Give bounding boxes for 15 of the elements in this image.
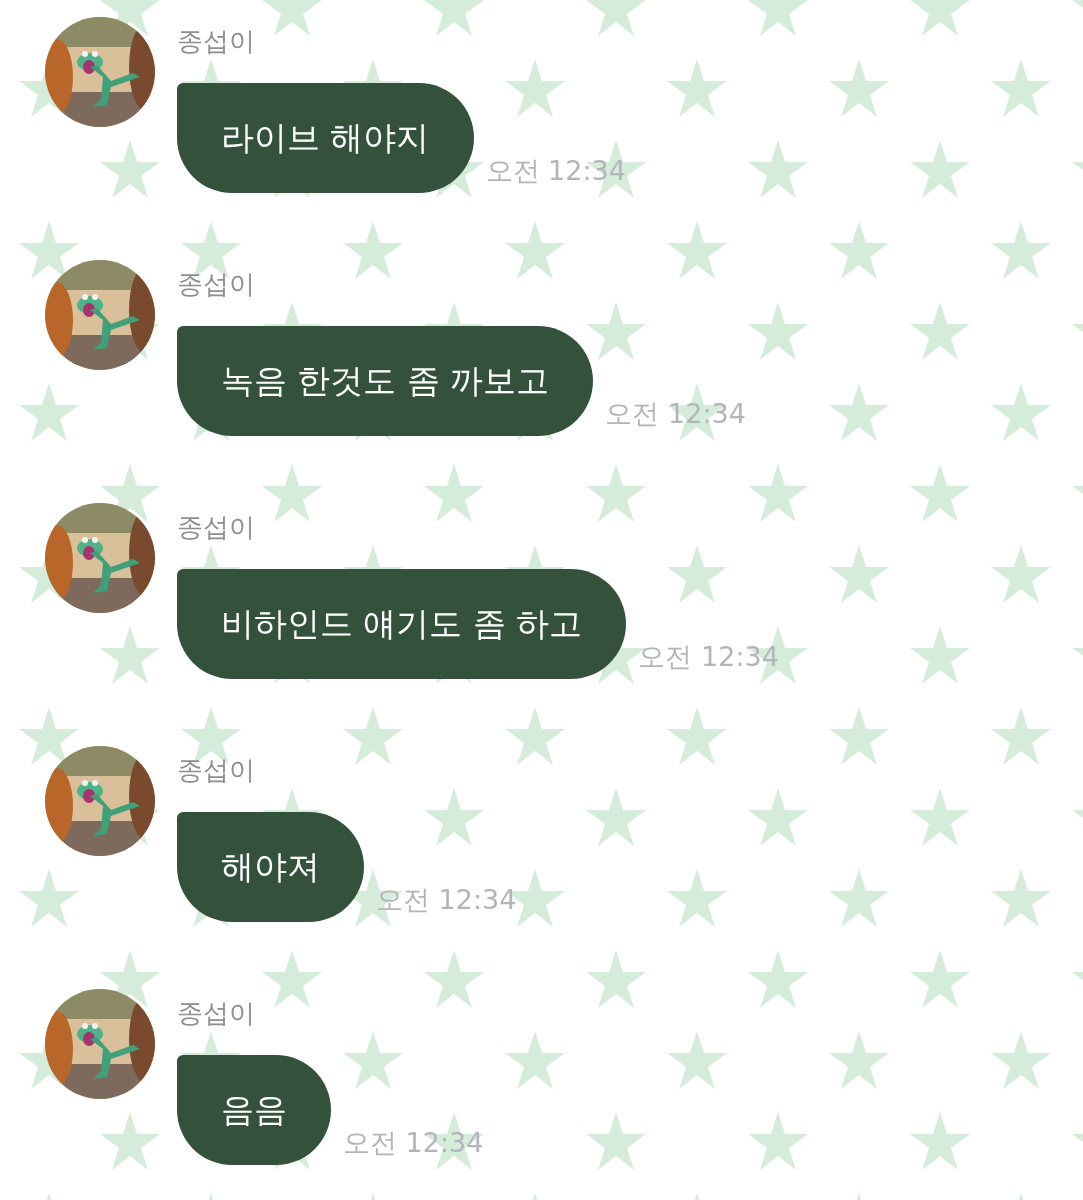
message-bubble: 음음	[177, 1055, 331, 1165]
sender-name: 종섭이	[177, 997, 255, 1029]
message-bubble: 녹음 한것도 좀 까보고	[177, 326, 594, 436]
sender-name: 종섭이	[177, 25, 255, 57]
message-bubble: 해야져	[177, 812, 364, 922]
sender-name: 종섭이	[177, 511, 255, 543]
message-bubble: 라이브 해야지	[177, 83, 474, 193]
message-time: 오전 12:34	[376, 883, 517, 917]
message-time: 오전 12:34	[485, 154, 626, 188]
sender-name: 종섭이	[177, 268, 255, 300]
message-time: 오전 12:34	[638, 640, 779, 674]
sender-name: 종섭이	[177, 754, 255, 786]
message-time: 오전 12:34	[343, 1126, 484, 1160]
message-bubble: 비하인드 얘기도 좀 하고	[177, 569, 627, 679]
message-time: 오전 12:34	[605, 397, 746, 431]
